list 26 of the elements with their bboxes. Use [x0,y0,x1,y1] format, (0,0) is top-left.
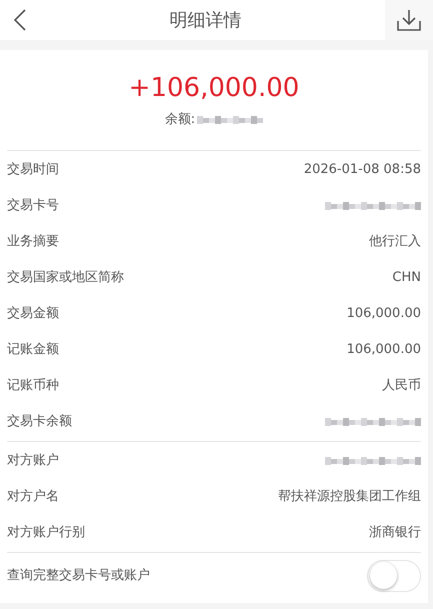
field-label: 对方户名 [7,488,59,506]
field-label: 记账金额 [7,340,59,359]
toggle-label: 查询完整交易卡号或账户 [7,566,150,585]
field-value: 他行汇入 [369,232,421,251]
field-label: 交易卡号 [7,196,59,215]
amount: +106,000.00 [128,72,300,105]
back-icon[interactable] [14,9,26,31]
field-label: 对方账户行别 [7,524,85,542]
field-label: 交易金额 [7,304,59,323]
field-value: 人民币 [382,376,421,395]
field-label: 交易国家或地区简称 [7,268,124,287]
download-icon[interactable] [397,9,421,31]
field-label: 业务摘要 [7,232,59,251]
field-value: CHN [392,268,421,287]
page-title: 明细详情 [170,8,242,32]
field-value: 帮扶祥源控股集团工作组 [278,488,421,506]
field-value: 106,000.00 [346,340,421,359]
field-label: 记账币种 [7,376,59,395]
field-value: 浙商银行 [369,524,421,542]
balance-label: 余额: [164,111,196,129]
field-label: 对方账户 [7,452,59,470]
toggle-switch[interactable] [367,560,421,592]
field-value: 106,000.00 [346,304,421,323]
field-label: 交易卡余额 [7,412,72,431]
field-value: 2026-01-08 08:58 [304,160,421,179]
field-label: 交易时间 [7,160,59,179]
